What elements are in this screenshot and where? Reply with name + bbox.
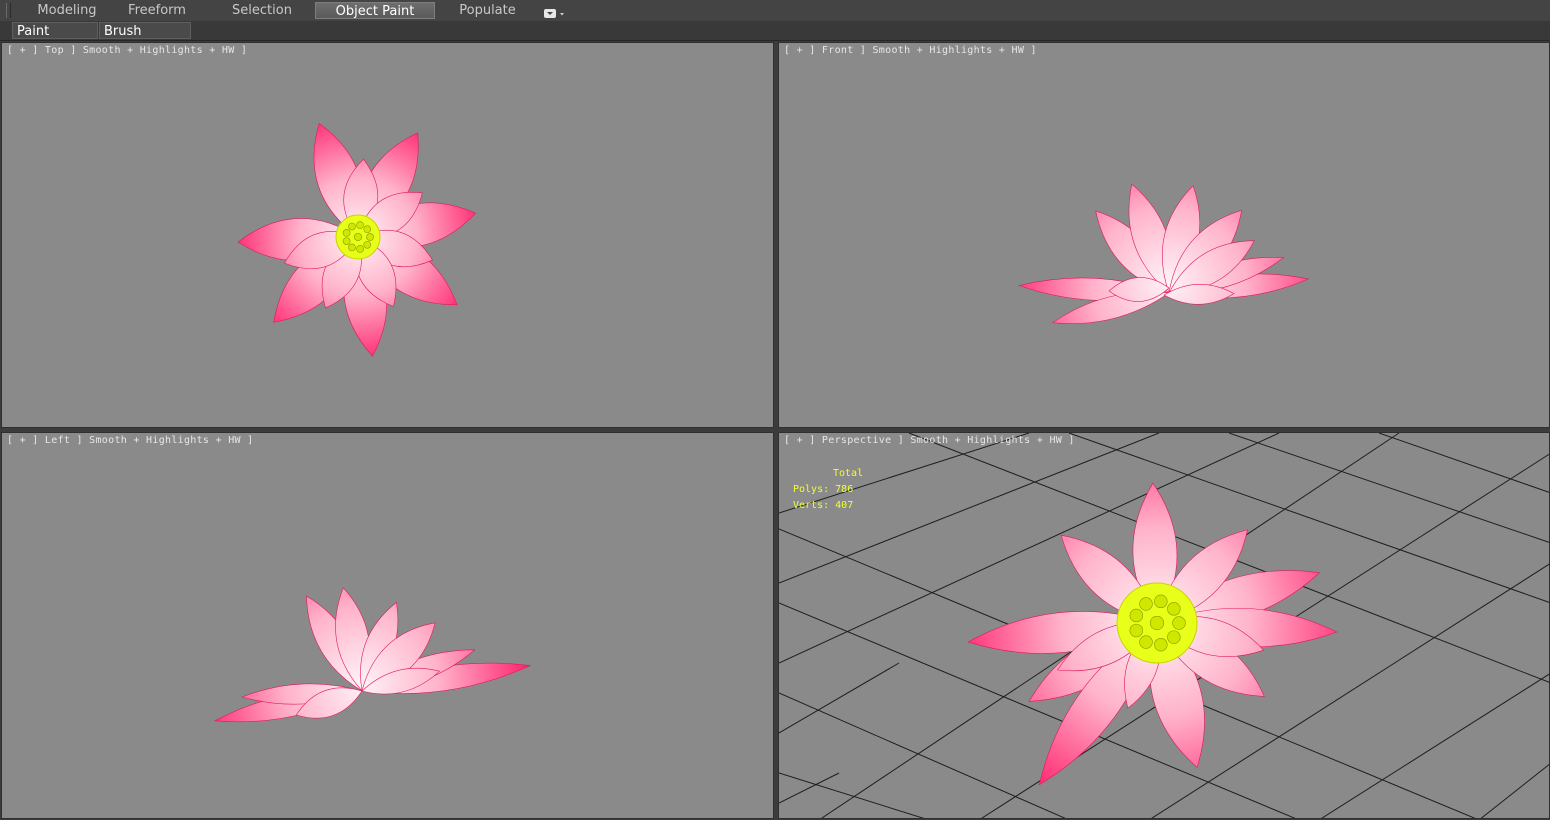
viewport-label-front[interactable]: [ + ] Front ] Smooth + Highlights + HW ] (784, 45, 1037, 56)
viewport-left[interactable]: [ + ] Left ] Smooth + Highlights + HW ] (1, 432, 774, 819)
ribbon-grip-handle[interactable] (6, 3, 11, 18)
tab-freeform[interactable]: Freeform (112, 2, 202, 19)
ribbon-panel-row: Paint Objects Brush Settings (0, 21, 1550, 56)
scene-statistics: Total Polys: 786 Verts: 407 (793, 466, 863, 514)
stats-verts: Verts: 407 (793, 498, 863, 514)
stats-polys-label: Polys: (793, 484, 830, 495)
stats-verts-label: Verts: (793, 500, 830, 511)
lotus-flower-top-view (237, 122, 477, 357)
stats-verts-value: 407 (835, 500, 854, 511)
perspective-scene (779, 433, 1549, 818)
lotus-flower-front-view (1018, 183, 1310, 324)
viewport-top[interactable]: [ + ] Top ] Smooth + Highlights + HW ] (1, 42, 774, 428)
viewport-label-perspective[interactable]: [ + ] Perspective ] Smooth + Highlights … (784, 435, 1075, 446)
viewport-label-left[interactable]: [ + ] Left ] Smooth + Highlights + HW ] (7, 435, 254, 446)
paint-objects-button[interactable]: Paint Objects (12, 22, 98, 56)
viewport-label-top[interactable]: [ + ] Top ] Smooth + Highlights + HW ] (7, 45, 247, 56)
stats-polys: Polys: 786 (793, 482, 863, 498)
viewport-perspective[interactable]: [ + ] Perspective ] Smooth + Highlights … (778, 432, 1550, 819)
ribbon-options-icon[interactable] (543, 5, 565, 18)
viewport-front[interactable]: [ + ] Front ] Smooth + Highlights + HW ] (778, 42, 1550, 428)
tab-populate[interactable]: Populate (440, 2, 535, 19)
lotus-flower-left-view (213, 587, 532, 723)
ribbon-tab-bar: Modeling Freeform Selection Object Paint… (0, 0, 1550, 22)
tab-modeling[interactable]: Modeling (22, 2, 112, 19)
brush-settings-button[interactable]: Brush Settings (99, 22, 191, 56)
stats-total-label: Total (833, 468, 864, 479)
tab-object-paint[interactable]: Object Paint (315, 2, 435, 19)
stats-polys-value: 786 (835, 484, 854, 495)
tab-selection[interactable]: Selection (210, 2, 314, 19)
